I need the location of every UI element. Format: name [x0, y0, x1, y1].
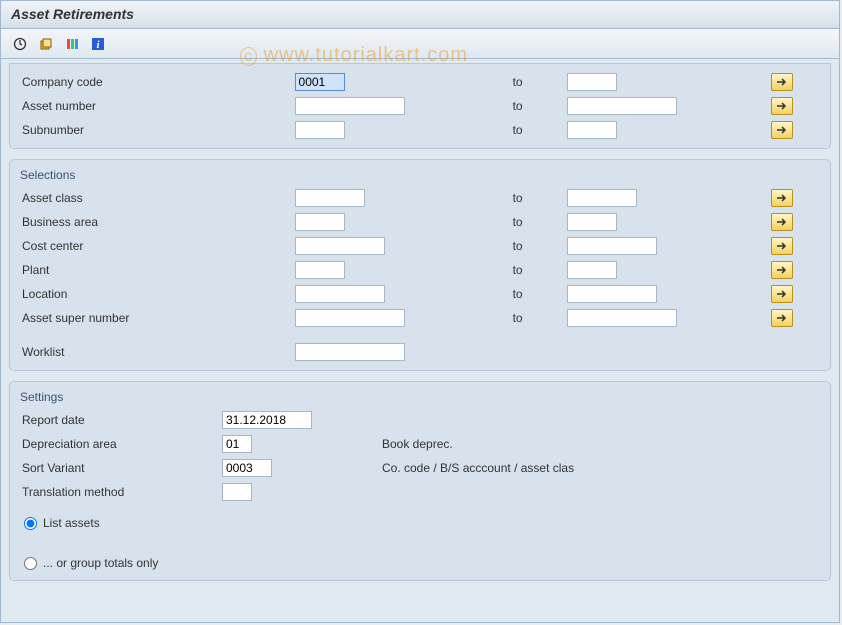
setting-input[interactable]: [222, 483, 252, 501]
field-label: Location: [18, 282, 291, 306]
layers-icon: [39, 37, 53, 51]
multi-select-button[interactable]: [771, 309, 793, 327]
arrow-right-icon: [776, 125, 788, 135]
to-input[interactable]: [567, 73, 617, 91]
selections-title: Selections: [18, 166, 822, 186]
setting-input[interactable]: [222, 459, 272, 477]
columns-icon: [65, 37, 79, 51]
to-input[interactable]: [567, 285, 657, 303]
multi-select-button[interactable]: [771, 261, 793, 279]
clock-icon: [13, 37, 27, 51]
to-input[interactable]: [567, 97, 677, 115]
settings-panel: Settings Report dateDepreciation area Boo…: [9, 381, 831, 581]
worklist-label: Worklist: [18, 340, 291, 364]
field-label: Translation method: [18, 480, 218, 504]
multi-select-button[interactable]: [771, 121, 793, 139]
arrow-right-icon: [776, 101, 788, 111]
from-input[interactable]: [295, 261, 345, 279]
setting-description: Co. code / B/S acccount / asset clas: [378, 456, 822, 480]
criteria-panel-top: Company code to Asset number to Subnumber to: [9, 63, 831, 149]
setting-description: [378, 408, 822, 432]
info-button[interactable]: i: [87, 34, 109, 54]
field-label: Depreciation area: [18, 432, 218, 456]
arrow-right-icon: [776, 217, 788, 227]
to-input[interactable]: [567, 121, 617, 139]
to-label: to: [509, 118, 564, 142]
field-label: Plant: [18, 258, 291, 282]
multi-select-button[interactable]: [771, 213, 793, 231]
settings-title: Settings: [18, 388, 822, 408]
field-label: Asset class: [18, 186, 291, 210]
to-input[interactable]: [567, 189, 637, 207]
to-label: to: [509, 210, 564, 234]
worklist-input[interactable]: [295, 343, 405, 361]
field-label: Cost center: [18, 234, 291, 258]
from-input[interactable]: [295, 213, 345, 231]
multi-select-button[interactable]: [771, 285, 793, 303]
multi-select-button[interactable]: [771, 189, 793, 207]
field-label: Asset super number: [18, 306, 291, 330]
to-label: to: [509, 306, 564, 330]
to-label: to: [509, 70, 564, 94]
group-totals-radio[interactable]: [24, 557, 37, 570]
setting-input[interactable]: [222, 411, 312, 429]
to-input[interactable]: [567, 309, 677, 327]
setting-description: [378, 480, 822, 504]
execute-button[interactable]: [9, 34, 31, 54]
group-totals-label[interactable]: ... or group totals only: [43, 556, 158, 570]
setting-description: Book deprec.: [378, 432, 822, 456]
field-label: Asset number: [18, 94, 291, 118]
selections-panel: Selections Asset class to Business area to C…: [9, 159, 831, 371]
from-input[interactable]: [295, 121, 345, 139]
from-input[interactable]: [295, 73, 345, 91]
to-input[interactable]: [567, 237, 657, 255]
to-label: to: [509, 282, 564, 306]
info-icon: i: [91, 37, 105, 51]
to-label: to: [509, 258, 564, 282]
to-label: to: [509, 186, 564, 210]
multi-select-button[interactable]: [771, 73, 793, 91]
field-label: Company code: [18, 70, 291, 94]
arrow-right-icon: [776, 265, 788, 275]
to-input[interactable]: [567, 213, 617, 231]
setting-input[interactable]: [222, 435, 252, 453]
arrow-right-icon: [776, 77, 788, 87]
from-input[interactable]: [295, 237, 385, 255]
field-label: Business area: [18, 210, 291, 234]
field-label: Report date: [18, 408, 218, 432]
multi-select-button[interactable]: [771, 97, 793, 115]
field-label: Sort Variant: [18, 456, 218, 480]
to-label: to: [509, 234, 564, 258]
field-label: Subnumber: [18, 118, 291, 142]
from-input[interactable]: [295, 189, 365, 207]
multi-select-button[interactable]: [771, 237, 793, 255]
arrow-right-icon: [776, 289, 788, 299]
page-title: Asset Retirements: [1, 1, 839, 29]
to-input[interactable]: [567, 261, 617, 279]
from-input[interactable]: [295, 309, 405, 327]
arrow-right-icon: [776, 241, 788, 251]
list-assets-radio[interactable]: [24, 517, 37, 530]
arrow-right-icon: [776, 313, 788, 323]
list-assets-label[interactable]: List assets: [43, 516, 100, 530]
options-button[interactable]: [61, 34, 83, 54]
variant-button[interactable]: [35, 34, 57, 54]
to-label: to: [509, 94, 564, 118]
from-input[interactable]: [295, 97, 405, 115]
from-input[interactable]: [295, 285, 385, 303]
watermark: c www.tutorialkart.com: [240, 44, 468, 67]
app-window: Asset Retirements i Company code to Asset …: [0, 0, 840, 623]
arrow-right-icon: [776, 193, 788, 203]
